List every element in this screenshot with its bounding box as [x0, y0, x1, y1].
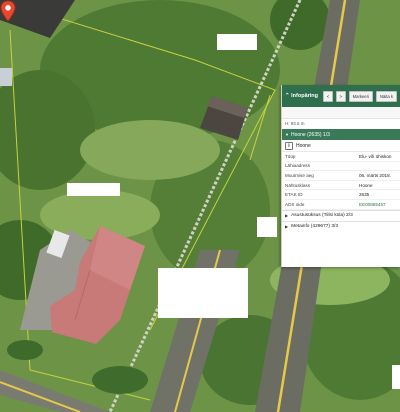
height-readout: H: 93.5 m	[285, 121, 305, 126]
table-row: Tüüp Elu- või ühiskon	[285, 152, 400, 162]
triangle-down-icon: ▼	[285, 132, 289, 137]
group-settlement[interactable]: ▶ Asustusüksus (Tiilsi küla) 2/3	[282, 209, 400, 221]
next-button[interactable]: >	[335, 90, 346, 102]
redacted-label	[257, 217, 277, 237]
redacted-label	[158, 268, 248, 318]
panel-header: ⌃ Infopäring < > Markeeri Näita k	[282, 85, 400, 107]
highlight-button[interactable]: Markeeri	[348, 90, 373, 102]
table-row: Lähiaadress	[285, 162, 400, 172]
triangle-right-icon: ▶	[285, 224, 289, 230]
show-button[interactable]: Näita k	[375, 90, 397, 102]
chevron-up-icon[interactable]: ⌃	[285, 93, 290, 99]
table-row: ADS oide EE00865457	[285, 200, 400, 210]
feature-title: i Hoone	[282, 140, 400, 152]
table-row: Muutmise aeg 06. märts 2018.	[285, 171, 400, 181]
map-pin-icon[interactable]	[0, 0, 16, 22]
group-metainfo[interactable]: ▶ Metainfo (429677) 3/3	[282, 220, 400, 232]
redacted-label	[392, 365, 400, 389]
ads-link[interactable]: EE00865457	[359, 202, 400, 207]
redacted-label	[67, 183, 120, 196]
section-header-building[interactable]: ▼ Hoone (2635) 1/3	[282, 129, 400, 140]
triangle-right-icon: ▶	[285, 213, 289, 219]
panel-toolbar-area	[282, 107, 400, 119]
table-row: Nähtusklass Hoone	[285, 181, 400, 191]
redacted-label	[217, 34, 257, 50]
panel-title: ⌃ Infopäring	[285, 93, 319, 99]
table-row: ETAK ID 2635	[285, 190, 400, 200]
info-icon[interactable]: i	[285, 141, 293, 150]
info-panel: ⌃ Infopäring < > Markeeri Näita k H: 93.…	[281, 85, 400, 267]
prev-button[interactable]: <	[323, 90, 333, 102]
attribute-table: Tüüp Elu- või ühiskon Lähiaadress Muutmi…	[282, 152, 400, 210]
